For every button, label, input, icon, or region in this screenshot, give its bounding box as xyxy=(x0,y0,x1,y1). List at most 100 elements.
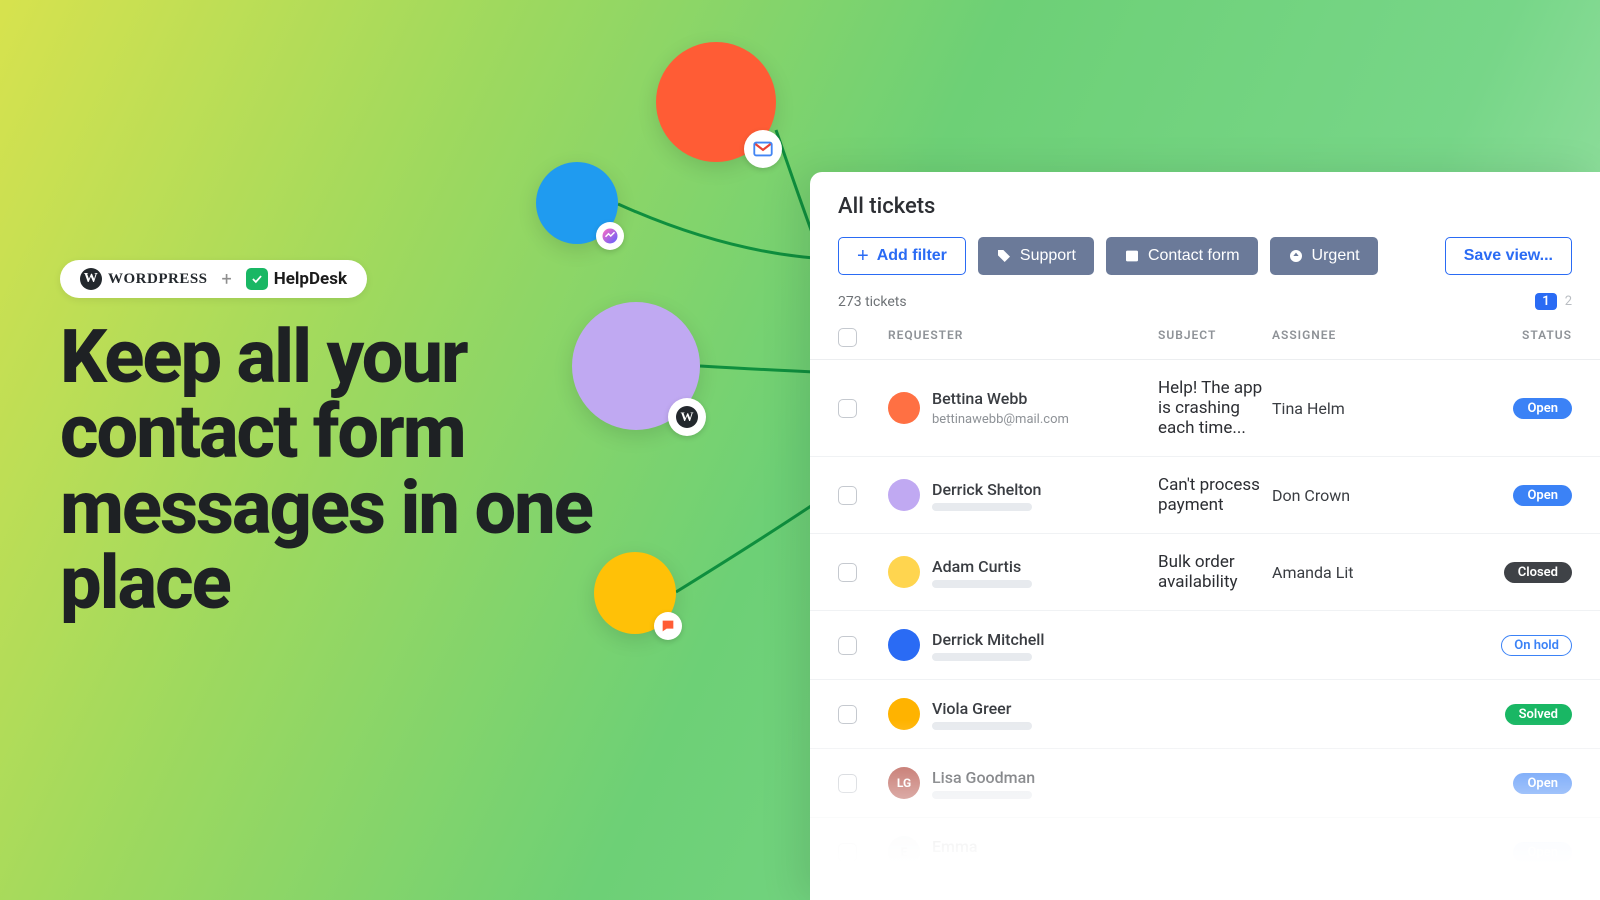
helpdesk-label: HelpDesk xyxy=(274,269,347,289)
status-cell: Open xyxy=(1513,397,1572,419)
requester-cell: Bettina Webb bettinawebb@mail.com xyxy=(888,389,1158,427)
table-header: REQUESTER SUBJECT ASSIGNEE STATUS xyxy=(810,316,1600,360)
subject-cell: Help! The app is crashing each time... xyxy=(1158,378,1272,438)
avatar xyxy=(888,698,920,730)
col-status: STATUS xyxy=(1522,328,1572,347)
col-requester: REQUESTER xyxy=(888,328,1158,347)
requester-cell: LG Lisa Goodman xyxy=(888,767,1158,799)
requester-cell: Derrick Mitchell xyxy=(888,629,1158,661)
col-subject: SUBJECT xyxy=(1158,328,1272,347)
table-row[interactable]: E Emma Open xyxy=(810,818,1600,887)
avatar xyxy=(888,392,920,424)
add-filter-button[interactable]: + Add filter xyxy=(838,237,966,275)
requester-cell: Derrick Shelton xyxy=(888,479,1158,511)
table-row[interactable]: Derrick Shelton Can't process paymentDon … xyxy=(810,457,1600,534)
row-checkbox[interactable] xyxy=(838,636,857,655)
requester-cell: Viola Greer xyxy=(888,698,1158,730)
status-badge: Open xyxy=(1513,398,1572,419)
filter-chip-support[interactable]: Support xyxy=(978,237,1094,275)
placeholder-line xyxy=(932,860,1032,868)
subject-cell: Bulk order availability xyxy=(1158,552,1272,592)
requester-name: Viola Greer xyxy=(932,699,1032,718)
table-row[interactable]: Adam Curtis Bulk order availabilityAmanda… xyxy=(810,534,1600,611)
status-badge: Open xyxy=(1513,773,1572,794)
wordpress-label: WORDPRESS xyxy=(108,271,208,288)
col-assignee: ASSIGNEE xyxy=(1272,328,1452,347)
meta-row: 273 tickets 1 2 xyxy=(810,287,1600,316)
status-badge: Solved xyxy=(1505,704,1572,725)
table-row[interactable]: Derrick Mitchell On hold xyxy=(810,611,1600,680)
avatar: LG xyxy=(888,767,920,799)
requester-cell: Adam Curtis xyxy=(888,556,1158,588)
avatar-bubble-messenger xyxy=(536,162,618,244)
placeholder-line xyxy=(932,580,1032,588)
requester-name: Adam Curtis xyxy=(932,557,1032,576)
status-badge: Closed xyxy=(1504,562,1572,583)
status-badge: Open xyxy=(1513,842,1572,863)
gmail-icon xyxy=(744,130,782,168)
row-checkbox[interactable] xyxy=(838,843,857,862)
table-row[interactable]: LG Lisa Goodman Open xyxy=(810,749,1600,818)
status-cell: On hold xyxy=(1501,634,1572,656)
placeholder-line xyxy=(932,653,1032,661)
table-row[interactable]: Viola Greer Solved xyxy=(810,680,1600,749)
panel-title: All tickets xyxy=(810,172,1600,237)
page-current[interactable]: 1 xyxy=(1535,293,1556,310)
tag-icon xyxy=(996,248,1012,264)
row-checkbox[interactable] xyxy=(838,399,857,418)
integration-badge: W WORDPRESS + HelpDesk xyxy=(60,260,367,298)
requester-name: Emma xyxy=(932,837,1032,856)
row-checkbox[interactable] xyxy=(838,705,857,724)
filter-row: + Add filter Support Contact form Urgent… xyxy=(810,237,1600,287)
headline: Keep all your contact form messages in o… xyxy=(60,320,620,622)
requester-email: bettinawebb@mail.com xyxy=(932,412,1069,427)
avatar xyxy=(888,629,920,661)
status-badge: Open xyxy=(1513,485,1572,506)
plus-separator: + xyxy=(222,269,232,290)
avatar xyxy=(888,556,920,588)
avatar-bubble-gmail xyxy=(656,42,776,162)
select-all-checkbox[interactable] xyxy=(838,328,857,347)
status-cell: Solved xyxy=(1505,703,1572,725)
status-badge: On hold xyxy=(1501,635,1572,656)
filter-chip-contact-form[interactable]: Contact form xyxy=(1106,237,1258,275)
row-checkbox[interactable] xyxy=(838,486,857,505)
svg-text:W: W xyxy=(681,409,694,424)
wordpress-icon: W xyxy=(668,398,706,436)
placeholder-line xyxy=(932,722,1032,730)
table-row[interactable]: Bettina Webb bettinawebb@mail.com Help! Th… xyxy=(810,360,1600,457)
page-next[interactable]: 2 xyxy=(1565,294,1572,309)
urgent-icon xyxy=(1288,248,1304,264)
avatar-bubble-wordpress: W xyxy=(572,302,700,430)
helpdesk-logo: HelpDesk xyxy=(246,268,347,290)
requester-name: Lisa Goodman xyxy=(932,768,1035,787)
chat-icon xyxy=(654,612,682,640)
status-cell: Open xyxy=(1513,484,1572,506)
subject-cell: Can't process payment xyxy=(1158,475,1272,515)
status-cell: Open xyxy=(1513,772,1572,794)
wordpress-logo: W WORDPRESS xyxy=(80,268,208,290)
avatar: E xyxy=(888,836,920,868)
avatar xyxy=(888,479,920,511)
row-checkbox[interactable] xyxy=(838,563,857,582)
placeholder-line xyxy=(932,503,1032,511)
row-checkbox[interactable] xyxy=(838,774,857,793)
assignee-cell: Amanda Lit xyxy=(1272,563,1452,582)
ticket-count: 273 tickets xyxy=(838,294,907,310)
assignee-cell: Don Crown xyxy=(1272,486,1452,505)
status-cell: Closed xyxy=(1504,561,1572,583)
form-icon xyxy=(1124,248,1140,264)
placeholder-line xyxy=(932,791,1032,799)
messenger-icon xyxy=(596,222,624,250)
pager: 1 2 xyxy=(1535,293,1572,310)
requester-name: Bettina Webb xyxy=(932,389,1069,408)
status-cell: Open xyxy=(1513,841,1572,863)
save-view-button[interactable]: Save view... xyxy=(1445,237,1572,275)
avatar-bubble-chat xyxy=(594,552,676,634)
requester-name: Derrick Shelton xyxy=(932,480,1041,499)
requester-name: Derrick Mitchell xyxy=(932,630,1044,649)
ticket-panel: All tickets + Add filter Support Contact… xyxy=(810,172,1600,900)
filter-chip-urgent[interactable]: Urgent xyxy=(1270,237,1378,275)
requester-cell: E Emma xyxy=(888,836,1158,868)
assignee-cell: Tina Helm xyxy=(1272,399,1452,418)
